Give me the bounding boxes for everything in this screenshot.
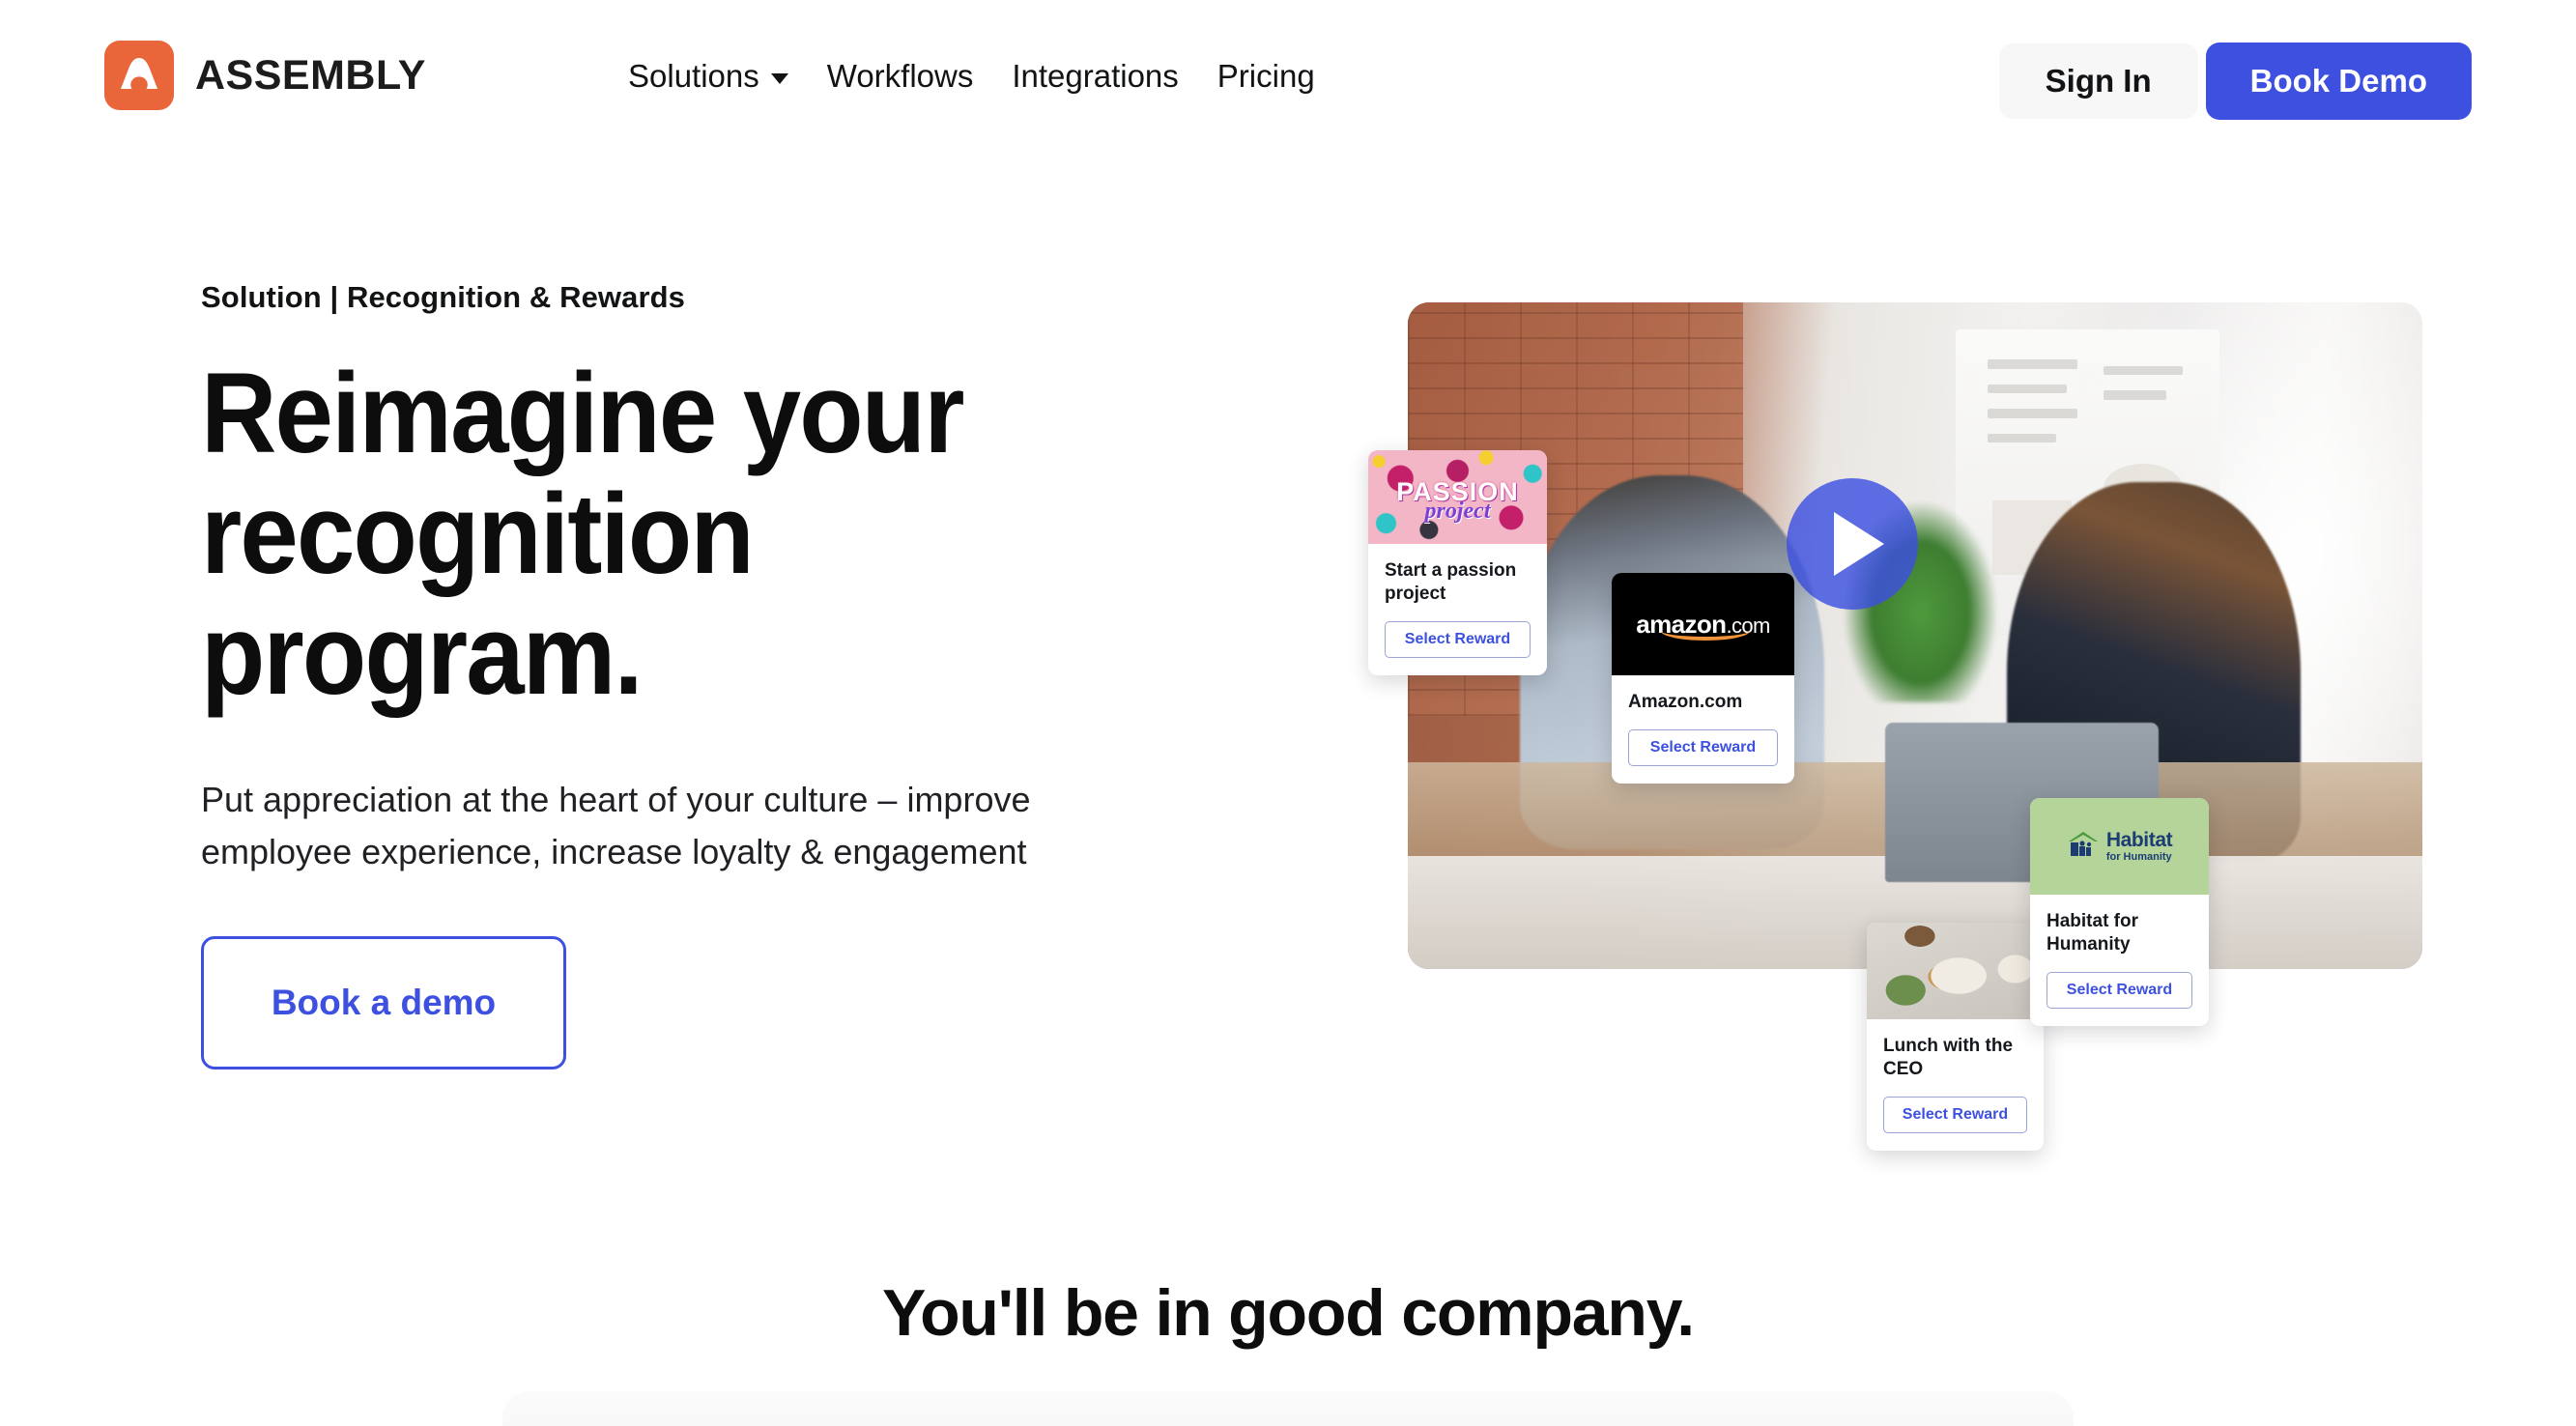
nav-item-pricing[interactable]: Pricing: [1217, 58, 1315, 95]
book-demo-button[interactable]: Book Demo: [2205, 43, 2472, 120]
page-root: ASSEMBLY Solutions Workflows Integration…: [0, 0, 2576, 1426]
select-reward-button[interactable]: Select Reward: [2046, 971, 2192, 1009]
brand-name: ASSEMBLY: [195, 51, 426, 99]
site-header: ASSEMBLY Solutions Workflows Integration…: [0, 0, 2576, 155]
assembly-arch-logo-icon: [104, 41, 174, 110]
hero-subcopy: Put appreciation at the heart of your cu…: [201, 780, 1031, 872]
reward-card-habitat-for-humanity[interactable]: Habitat for Humanity Habitat for Humanit…: [2030, 798, 2209, 1026]
reward-card-body: Amazon.com Select Reward: [1612, 675, 1794, 784]
amazon-smile-icon: [1660, 621, 1750, 641]
sign-in-button[interactable]: Sign In: [1998, 43, 2198, 119]
header-actions: Sign In Book Demo: [1998, 43, 2472, 120]
headline-line-2: recognition: [201, 471, 755, 599]
reward-card-body: Habitat for Humanity Select Reward: [2030, 895, 2209, 1026]
reward-card-art: Habitat for Humanity: [2030, 798, 2209, 895]
passion-art-line-2: project: [1424, 499, 1491, 524]
reward-card-title: Lunch with the CEO: [1883, 1036, 2014, 1079]
hero-copy: Solution | Recognition & Rewards Reimagi…: [201, 280, 1264, 1070]
habitat-line-1: Habitat: [2105, 829, 2173, 851]
hero-eyebrow: Solution | Recognition & Rewards: [201, 280, 686, 314]
page-title: Reimagine your recognition program.: [201, 350, 1179, 720]
hero-photo: [1408, 302, 2422, 969]
reward-card-passion-project[interactable]: PASSION project Start a passion project …: [1368, 450, 1547, 675]
primary-nav: Solutions Workflows Integrations Pricing: [628, 58, 1315, 95]
headline-line-1: Reimagine your: [201, 350, 964, 477]
nav-item-integrations[interactable]: Integrations: [1012, 58, 1178, 95]
select-reward-button[interactable]: Select Reward: [1385, 620, 1531, 658]
reward-card-art: [1867, 923, 2044, 1019]
select-reward-button[interactable]: Select Reward: [1883, 1096, 2027, 1133]
headline-line-3: program.: [201, 591, 644, 720]
book-a-demo-button[interactable]: Book a demo: [201, 936, 566, 1070]
reward-card-body: Lunch with the CEO Select Reward: [1867, 1019, 2044, 1151]
nav-item-label: Integrations: [1012, 58, 1179, 94]
reward-card-title: Amazon.com: [1628, 692, 1743, 712]
habitat-house-icon: [2067, 830, 2100, 864]
reward-card-art: amazon.com: [1612, 573, 1794, 675]
logos-panel: [502, 1391, 2074, 1426]
reward-card-art: PASSION project: [1368, 450, 1547, 544]
select-reward-button[interactable]: Select Reward: [1628, 728, 1778, 766]
reward-card-title: Habitat for Humanity: [2046, 911, 2138, 955]
social-proof-title: You'll be in good company.: [881, 1276, 1695, 1350]
nav-item-solutions[interactable]: Solutions: [628, 58, 788, 95]
chevron-down-icon: [770, 73, 788, 84]
habitat-line-2: for Humanity: [2105, 851, 2172, 863]
nav-item-label: Workflows: [826, 58, 974, 94]
play-triangle-icon: [1834, 512, 1884, 576]
nav-item-workflows[interactable]: Workflows: [827, 58, 974, 95]
reward-card-lunch-with-ceo[interactable]: Lunch with the CEO Select Reward: [1867, 923, 2044, 1151]
brand-logo-link[interactable]: ASSEMBLY: [104, 41, 426, 110]
nav-item-label: Pricing: [1216, 58, 1315, 94]
habitat-wordmark: Habitat for Humanity: [2105, 829, 2173, 863]
reward-card-amazon[interactable]: amazon.com Amazon.com Select Reward: [1612, 573, 1794, 784]
play-video-button[interactable]: [1787, 478, 1918, 610]
reward-card-body: Start a passion project Select Reward: [1368, 544, 1547, 675]
reward-card-title: Start a passion project: [1385, 560, 1517, 604]
hero-media: PASSION project Start a passion project …: [1368, 302, 2422, 1151]
nav-item-label: Solutions: [628, 58, 759, 94]
